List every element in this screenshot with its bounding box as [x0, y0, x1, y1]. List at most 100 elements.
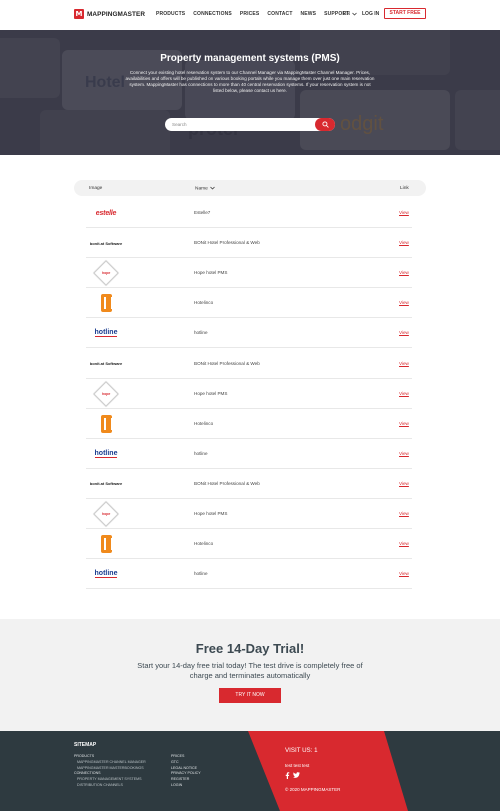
hotline-logo: hotline — [86, 441, 126, 467]
column-header-image: Image — [89, 185, 103, 191]
visit-us-text: VISIT US: 1 — [285, 747, 318, 754]
table-row: Hotelinco View — [86, 409, 412, 439]
site-header: M MAPPINGMASTER PRODUCTS CONNECTIONS PRI… — [0, 0, 500, 30]
hotelinco-logo — [86, 411, 126, 437]
bonit-logo: bonit.at Software — [86, 230, 126, 256]
row-name: hotline — [194, 450, 208, 456]
hotline-logo-text: hotline — [94, 570, 118, 579]
row-view-link[interactable]: View — [399, 210, 409, 215]
row-view-link[interactable]: View — [399, 391, 409, 396]
hotelinco-logo-shape — [100, 294, 113, 313]
table-row: hotline hotline View — [86, 318, 412, 349]
trial-description: Start your 14-day free trial today! The … — [137, 661, 363, 680]
copyright-text: © 2020 MAPPINGMASTER — [285, 787, 341, 792]
nav-prices[interactable]: PRICES — [240, 11, 260, 17]
row-view-link[interactable]: View — [399, 541, 409, 546]
hero-section: Hotel protel odgit Property management s… — [0, 30, 500, 155]
row-view-link[interactable]: View — [399, 571, 409, 576]
table-row: hotline hotline View — [86, 439, 412, 469]
hope-logo-shape: hope — [93, 501, 119, 527]
hope-logo-text: hope — [101, 391, 111, 396]
table-row: bonit.at Software BONit Hotel Professiona… — [86, 469, 412, 499]
row-view-link[interactable]: View — [399, 300, 409, 305]
table-row: hotline hotline View — [86, 559, 412, 590]
table-row: estelle Estelle7 View — [86, 198, 412, 228]
hotline-logo: hotline — [86, 561, 126, 587]
bonit-logo: bonit.at Software — [86, 471, 126, 497]
row-view-link[interactable]: View — [399, 330, 409, 335]
estelle-logo-text: estelle — [95, 209, 117, 217]
row-view-link[interactable]: View — [399, 240, 409, 245]
table-row: hope Hope hotel PMS View — [86, 499, 412, 529]
hope-logo-text: hope — [101, 271, 111, 276]
facebook-icon[interactable] — [285, 772, 290, 779]
row-name: Hotelinco — [194, 300, 214, 306]
chevron-down-icon — [352, 12, 358, 16]
row-name: Hotelinco — [194, 420, 214, 426]
nav-products[interactable]: PRODUCTS — [156, 11, 185, 17]
estelle-logo: estelle — [86, 200, 126, 226]
hope-logo-text: hope — [101, 512, 111, 516]
row-view-link[interactable]: View — [399, 270, 409, 275]
start-free-button[interactable]: START FREE — [384, 8, 426, 19]
bonit-logo-text: bonit.at Software — [89, 361, 123, 366]
trial-title: Free 14-Day Trial! — [195, 641, 305, 656]
table-header: Image Name Link — [74, 180, 426, 196]
row-name: Estelle7 — [194, 210, 211, 215]
footer-link[interactable]: LOGIN — [171, 783, 201, 789]
hope-logo: hope — [86, 501, 126, 527]
column-header-name-label: Name — [195, 185, 208, 191]
hotelinco-logo — [86, 290, 126, 316]
bonit-logo-text: bonit.at Software — [89, 481, 123, 487]
row-name: Hope hotel PMS — [194, 390, 228, 396]
table-row: Hotelinco View — [86, 288, 412, 319]
nav-news[interactable]: NEWS — [301, 11, 317, 17]
nav-contact[interactable]: CONTACT — [267, 11, 292, 17]
table-row: Hotelinco View — [86, 529, 412, 560]
site-footer: SITEMAP PRODUCTS MAPPINGMASTER CHANNEL MA… — [0, 731, 500, 811]
row-view-link[interactable]: View — [399, 481, 409, 486]
language-selector[interactable]: EN — [343, 11, 358, 17]
hotline-logo-text: hotline — [94, 329, 118, 338]
logo-mark-icon: M — [74, 9, 84, 19]
hope-logo: hope — [86, 260, 126, 286]
row-name: BONit Hotel Professional & Web — [194, 240, 260, 246]
site-logo[interactable]: M MAPPINGMASTER — [74, 9, 145, 19]
row-view-link[interactable]: View — [399, 511, 409, 516]
row-view-link[interactable]: View — [399, 451, 409, 456]
row-view-link[interactable]: View — [399, 361, 409, 366]
table-row: hope Hope hotel PMS View — [86, 379, 412, 409]
free-trial-section: Free 14-Day Trial! Start your 14-day fre… — [0, 619, 500, 731]
row-name: hotline — [194, 571, 208, 577]
footer-link[interactable]: DISTRIBUTION CHANNELS — [74, 783, 146, 789]
table-row: hope Hope hotel PMS View — [86, 258, 412, 289]
twitter-icon[interactable] — [293, 772, 300, 778]
bonit-logo-text: bonit.at Software — [89, 240, 123, 246]
search-button[interactable] — [315, 118, 335, 131]
row-name: Hope hotel PMS — [194, 511, 228, 516]
row-view-link[interactable]: View — [399, 421, 409, 426]
hero-description: Connect your existing hotel reservation … — [125, 70, 375, 93]
footer-column-1: PRODUCTS MAPPINGMASTER CHANNEL MANAGER MAP… — [74, 754, 146, 789]
column-header-name[interactable]: Name — [195, 186, 215, 191]
logo-text: MAPPINGMASTER — [87, 10, 146, 18]
search-bar: Search — [165, 118, 335, 131]
hotline-logo-text: hotline — [94, 449, 118, 458]
main-nav: PRODUCTS CONNECTIONS PRICES CONTACT NEWS… — [156, 11, 357, 17]
try-it-now-button[interactable]: TRY IT NOW — [219, 688, 281, 703]
hotelinco-logo — [86, 531, 126, 557]
row-name: hotline — [194, 330, 208, 336]
nav-connections[interactable]: CONNECTIONS — [193, 11, 232, 17]
hotelinco-logo-shape — [100, 535, 113, 554]
footer-red-panel — [248, 731, 408, 811]
search-input[interactable]: Search — [172, 122, 187, 127]
hope-logo-shape: hope — [93, 260, 119, 286]
row-name: Hotelinco — [194, 541, 214, 547]
sitemap-heading: SITEMAP — [74, 742, 97, 748]
login-link[interactable]: LOG IN — [362, 11, 379, 17]
bonit-logo: bonit.at Software — [86, 351, 126, 377]
search-icon — [321, 121, 329, 128]
footer-link[interactable]: MAPPINGMASTER CHANNEL MANAGER — [74, 760, 146, 766]
table-row: bonit.at Software BONit Hotel Professiona… — [86, 228, 412, 259]
row-name: BONit Hotel Professional & Web — [194, 360, 260, 366]
